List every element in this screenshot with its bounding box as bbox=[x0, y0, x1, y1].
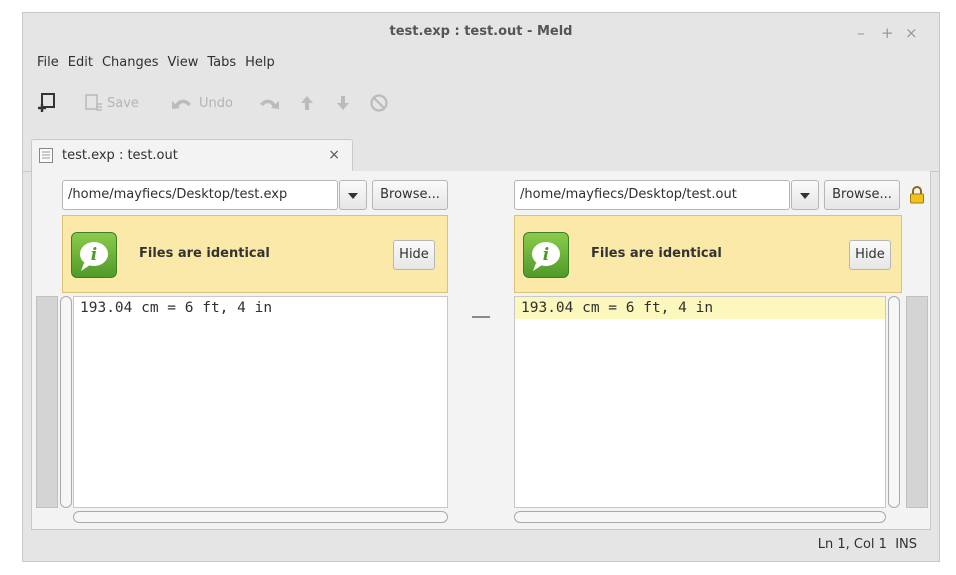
stop-icon bbox=[369, 93, 389, 113]
close-window-button[interactable]: × bbox=[905, 24, 918, 42]
right-overview-map[interactable] bbox=[906, 296, 928, 508]
tab-comparison[interactable]: test.exp : test.out × bbox=[31, 139, 353, 171]
menu-help[interactable]: Help bbox=[245, 55, 275, 70]
menu-changes[interactable]: Changes bbox=[102, 55, 159, 70]
right-info-message: Files are identical bbox=[591, 246, 722, 261]
next-change-button[interactable] bbox=[335, 91, 351, 115]
up-arrow-icon bbox=[299, 94, 315, 112]
menu-bar: File Edit Changes View Tabs Help bbox=[37, 55, 284, 75]
cursor-position: Ln 1, Col 1 bbox=[817, 537, 887, 552]
meld-window: test.exp : test.out - Meld – + × File Edi… bbox=[22, 12, 940, 562]
save-label: Save bbox=[107, 95, 139, 111]
left-browse-button[interactable]: Browse... bbox=[372, 180, 448, 210]
redo-button[interactable] bbox=[258, 91, 280, 115]
menu-edit[interactable]: Edit bbox=[68, 55, 93, 70]
lock-icon[interactable] bbox=[909, 185, 925, 209]
right-path-dropdown[interactable] bbox=[791, 180, 819, 210]
link-map-connector bbox=[472, 316, 490, 318]
undo-button[interactable]: Undo bbox=[171, 91, 233, 115]
left-vertical-scrollbar[interactable] bbox=[60, 296, 72, 508]
menu-file[interactable]: File bbox=[37, 55, 59, 70]
maximize-button[interactable]: + bbox=[881, 24, 894, 42]
right-vertical-scrollbar[interactable] bbox=[888, 296, 900, 508]
left-line-1: 193.04 cm = 6 ft, 4 in bbox=[80, 300, 273, 316]
tab-close-button[interactable]: × bbox=[328, 147, 340, 163]
undo-icon bbox=[171, 95, 193, 111]
right-horizontal-scrollbar[interactable] bbox=[514, 511, 886, 523]
menu-tabs[interactable]: Tabs bbox=[207, 55, 236, 70]
previous-change-button[interactable] bbox=[299, 91, 315, 115]
right-line-1: 193.04 cm = 6 ft, 4 in bbox=[515, 297, 885, 319]
save-button[interactable]: Save bbox=[85, 91, 139, 115]
status-bar: Ln 1, Col 1 INS bbox=[23, 530, 939, 561]
right-path-field[interactable]: /home/mayfiecs/Desktop/test.out bbox=[514, 180, 790, 210]
left-horizontal-scrollbar[interactable] bbox=[73, 511, 448, 523]
document-icon bbox=[38, 147, 54, 168]
left-info-message: Files are identical bbox=[139, 246, 270, 261]
left-text-editor[interactable]: 193.04 cm = 6 ft, 4 in bbox=[73, 296, 448, 508]
left-info-bar: i Files are identical Hide bbox=[62, 215, 448, 293]
right-text-editor[interactable]: 193.04 cm = 6 ft, 4 in bbox=[514, 296, 886, 508]
left-path-dropdown[interactable] bbox=[339, 180, 367, 210]
undo-label: Undo bbox=[199, 95, 233, 111]
title-bar: test.exp : test.out - Meld – + × bbox=[23, 13, 939, 55]
down-arrow-icon bbox=[335, 94, 351, 112]
stop-button[interactable] bbox=[369, 91, 389, 115]
left-path-field[interactable]: /home/mayfiecs/Desktop/test.exp bbox=[62, 180, 338, 210]
menu-view[interactable]: View bbox=[168, 55, 199, 70]
insert-mode: INS bbox=[895, 537, 917, 552]
tab-strip: test.exp : test.out × bbox=[23, 139, 939, 172]
info-icon: i bbox=[71, 232, 117, 278]
new-comparison-button[interactable] bbox=[37, 91, 57, 115]
window-title: test.exp : test.out - Meld bbox=[389, 24, 573, 39]
comparison-area: /home/mayfiecs/Desktop/test.exp Browse..… bbox=[31, 171, 931, 530]
redo-icon bbox=[258, 95, 280, 111]
right-info-bar: i Files are identical Hide bbox=[514, 215, 902, 293]
minimize-button[interactable]: – bbox=[857, 24, 865, 42]
svg-text:i: i bbox=[91, 245, 97, 265]
tab-label: test.exp : test.out bbox=[62, 148, 178, 163]
left-hide-button[interactable]: Hide bbox=[393, 240, 435, 270]
left-overview-map[interactable] bbox=[36, 296, 58, 508]
save-icon bbox=[85, 93, 103, 113]
new-comparison-icon bbox=[37, 92, 57, 114]
info-icon: i bbox=[523, 232, 569, 278]
svg-text:i: i bbox=[543, 245, 549, 265]
right-hide-button[interactable]: Hide bbox=[849, 240, 891, 270]
right-browse-button[interactable]: Browse... bbox=[824, 180, 900, 210]
status-text: Ln 1, Col 1 INS bbox=[818, 537, 917, 552]
